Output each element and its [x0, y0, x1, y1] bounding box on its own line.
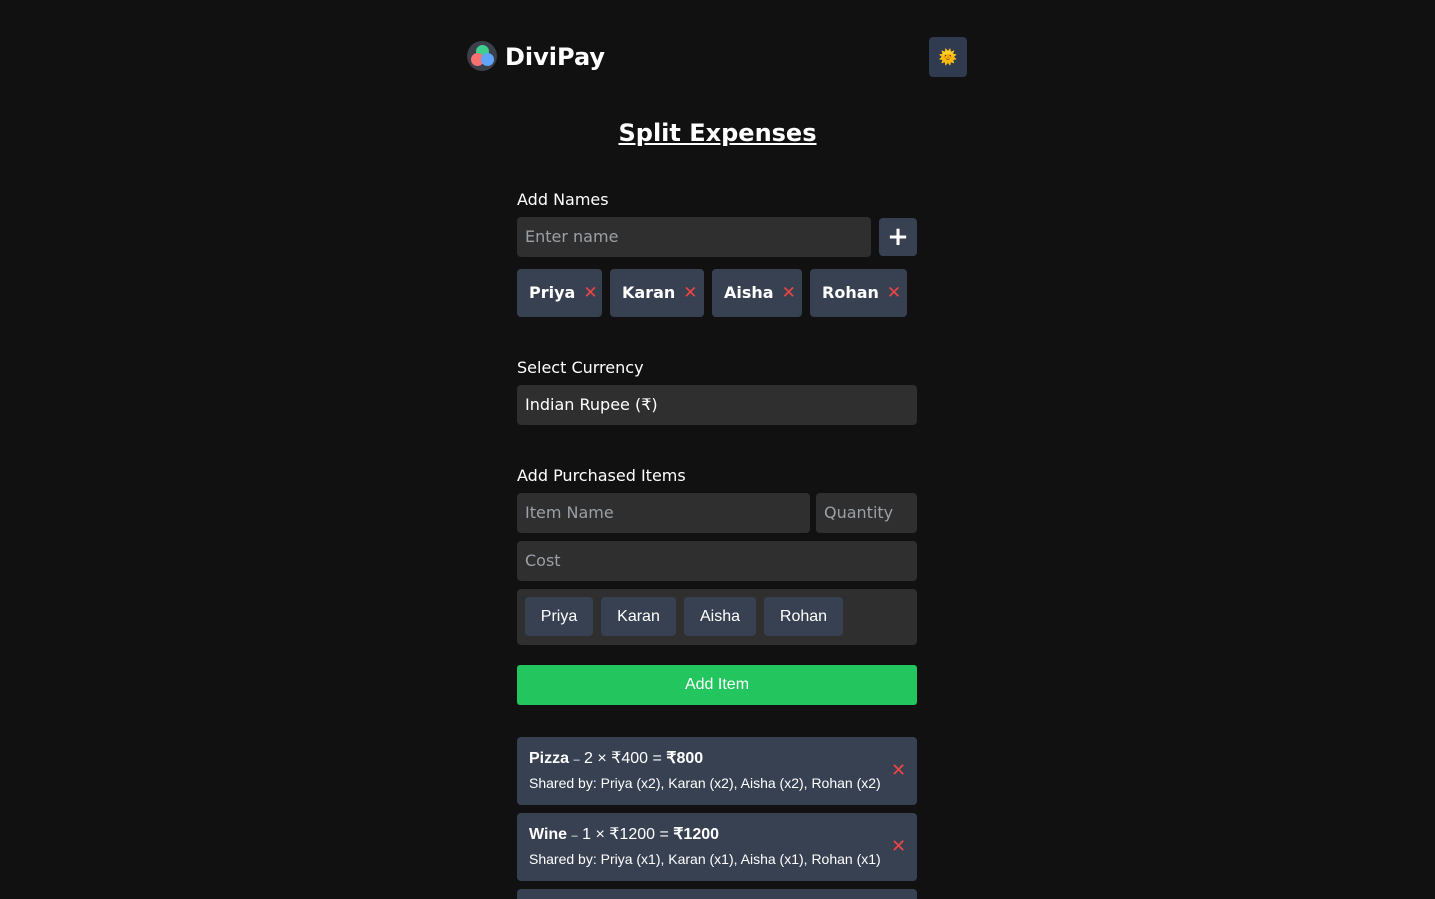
add-name-button[interactable]: + [879, 218, 917, 256]
item-card-partial [517, 889, 917, 899]
item-shared-by: Shared by: Priya (x2), Karan (x2), Aisha… [529, 775, 881, 791]
currency-select[interactable]: Indian Rupee (₹) [517, 385, 917, 425]
theme-toggle-button[interactable]: 🌞 [929, 37, 967, 77]
app-header: DiviPay 🌞 [467, 37, 967, 77]
item-summary: Pizza – 2 × ₹400 = ₹800 [529, 749, 703, 770]
name-input[interactable]: Enter name [517, 217, 871, 257]
brand-name: DiviPay [505, 43, 606, 71]
name-chip-karan: Karan ✕ [610, 269, 704, 317]
item-shared-by: Shared by: Priya (x1), Karan (x1), Aisha… [529, 851, 881, 867]
name-chip-label: Priya [529, 283, 576, 302]
item-total: ₹1200 [673, 826, 720, 843]
name-chip-aisha: Aisha ✕ [712, 269, 802, 317]
remove-name-icon[interactable]: ✕ [583, 283, 597, 303]
share-toggle-priya[interactable]: Priya [525, 597, 593, 636]
item-total: ₹800 [666, 750, 704, 767]
share-toggle-karan[interactable]: Karan [601, 597, 676, 636]
name-chip-priya: Priya ✕ [517, 269, 602, 317]
cost-input[interactable]: Cost [517, 541, 917, 581]
page-title: Split Expenses [618, 119, 817, 147]
name-chip-label: Aisha [724, 283, 774, 302]
item-summary: Wine – 1 × ₹1200 = ₹1200 [529, 825, 719, 846]
currency-selected-value: Indian Rupee (₹) [525, 395, 658, 414]
name-chip-label: Rohan [822, 283, 879, 302]
item-calculation: 1 × ₹1200 = [577, 826, 674, 843]
share-toggle-aisha[interactable]: Aisha [684, 597, 756, 636]
item-name: Wine [529, 826, 568, 843]
select-currency-label: Select Currency [517, 358, 644, 377]
quantity-input[interactable]: Quantity [816, 493, 917, 533]
logo-icon [467, 41, 497, 71]
remove-name-icon[interactable]: ✕ [782, 283, 796, 303]
remove-name-icon[interactable]: ✕ [887, 283, 901, 303]
plus-icon: + [887, 222, 909, 252]
item-card-wine: Wine – 1 × ₹1200 = ₹1200 Shared by: Priy… [517, 813, 917, 881]
remove-item-icon[interactable]: ✕ [891, 759, 906, 781]
item-card-pizza: Pizza – 2 × ₹400 = ₹800 Shared by: Priya… [517, 737, 917, 805]
item-name-input[interactable]: Item Name [517, 493, 810, 533]
item-name: Pizza [529, 750, 570, 767]
name-chip-label: Karan [622, 283, 676, 302]
item-calculation: 2 × ₹400 = [579, 750, 667, 767]
add-purchased-items-label: Add Purchased Items [517, 466, 686, 485]
sun-icon: 🌞 [938, 47, 958, 66]
name-chip-rohan: Rohan ✕ [810, 269, 907, 317]
remove-item-icon[interactable]: ✕ [891, 835, 906, 857]
add-item-button[interactable]: Add Item [517, 665, 917, 705]
remove-name-icon[interactable]: ✕ [683, 283, 697, 303]
share-toggle-rohan[interactable]: Rohan [764, 597, 843, 636]
add-names-label: Add Names [517, 190, 609, 209]
